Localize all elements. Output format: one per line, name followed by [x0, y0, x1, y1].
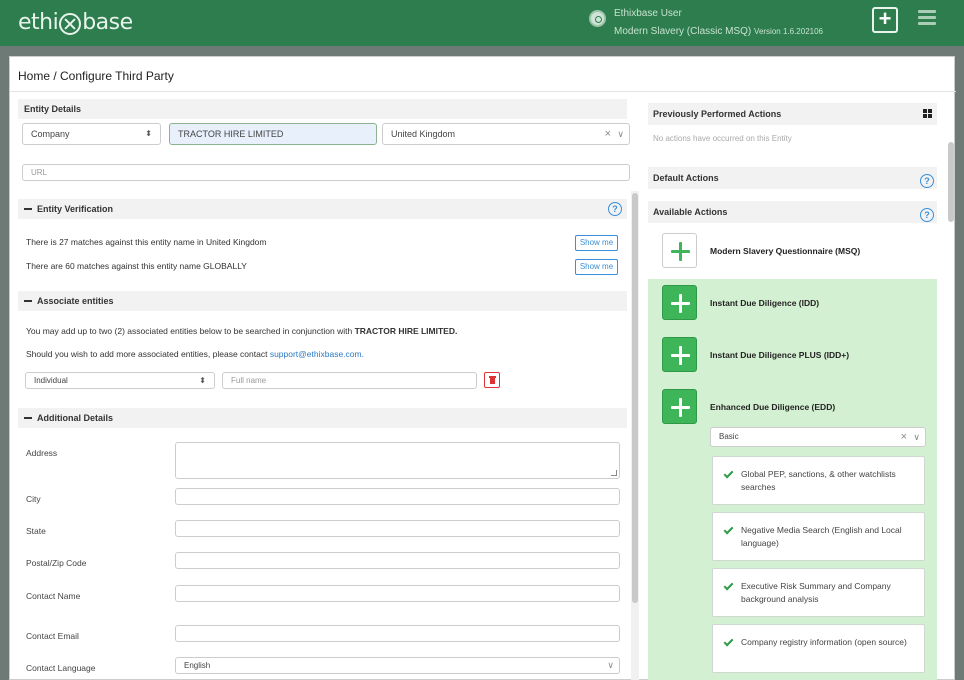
collapse-icon	[24, 299, 32, 302]
additional-details-heading[interactable]: Additional Details	[18, 408, 627, 428]
help-icon[interactable]: ?	[608, 202, 622, 216]
check-icon	[723, 524, 734, 535]
edd-item-card: Global PEP, sanctions, & other watchlist…	[712, 456, 925, 505]
edd-item-card: Executive Risk Summary and Company backg…	[712, 568, 925, 617]
available-actions-help-icon[interactable]: ?	[920, 208, 934, 222]
add-idd-plus-button-plus-icon[interactable]	[662, 337, 697, 372]
edd-level-select[interactable]: Basic × ∨	[710, 427, 926, 447]
grid-view-icon[interactable]	[923, 109, 933, 119]
edd-item-card: Negative Media Search (English and Local…	[712, 512, 925, 561]
postal-input[interactable]	[175, 552, 620, 569]
global-matches-text: There are 60 matches against this entity…	[26, 261, 247, 271]
breadcrumb: Home / Configure Third Party	[18, 69, 174, 83]
chevron-down-icon[interactable]: ∨	[607, 658, 614, 673]
top-bar: ethi base Ethixbase User Modern Slavery (…	[0, 0, 964, 46]
msq-label: Modern Slavery Questionnaire (MSQ)	[710, 246, 861, 256]
logo-x-icon	[59, 12, 82, 35]
contact-name-input[interactable]	[175, 585, 620, 602]
show-me-global-button[interactable]: Show me	[575, 259, 618, 275]
add-button-plus-icon[interactable]: +	[872, 7, 898, 33]
city-input[interactable]	[175, 488, 620, 505]
associate-name-input[interactable]: Full name	[222, 372, 477, 389]
additional-details-label: Additional Details	[37, 413, 114, 423]
chevron-down-icon[interactable]: ∨	[617, 124, 624, 144]
associates-intro-entity: TRACTOR HIRE LIMITED.	[354, 326, 458, 336]
clear-icon[interactable]: ×	[901, 428, 907, 446]
associates-contact: Should you wish to add more associated e…	[26, 349, 364, 359]
user-platform: Modern Slavery (Classic MSQ)	[614, 26, 752, 37]
default-actions-help-icon[interactable]: ?	[920, 174, 934, 188]
clear-icon[interactable]: ×	[605, 124, 611, 144]
entity-verification-heading[interactable]: Entity Verification	[18, 199, 627, 219]
entity-verification-label: Entity Verification	[37, 204, 114, 214]
country-value: United Kingdom	[391, 129, 456, 139]
contact-email-input[interactable]	[175, 625, 620, 642]
user-avatar-icon[interactable]	[589, 10, 606, 27]
add-edd-button-plus-icon[interactable]	[662, 389, 697, 424]
user-subtitle: Modern Slavery (Classic MSQ) Version 1.6…	[614, 26, 823, 37]
language-value: English	[184, 661, 211, 670]
brand-text-right: base	[82, 10, 133, 35]
configure-third-party-modal: Home / Configure Third Party Entity Deta…	[9, 56, 956, 680]
associate-type-select[interactable]: Individual	[25, 372, 215, 389]
collapse-icon	[24, 207, 32, 210]
chevron-down-icon[interactable]: ∨	[913, 428, 920, 446]
entity-details-heading: Entity Details	[18, 99, 627, 119]
contact-email-label: Contact Email	[26, 631, 79, 641]
form-scrollbar-thumb[interactable]	[632, 193, 638, 603]
associates-intro: You may add up to two (2) associated ent…	[26, 326, 457, 336]
state-input[interactable]	[175, 520, 620, 537]
edd-item-text: Global PEP, sanctions, & other watchlist…	[741, 469, 896, 492]
brand-text-left: ethi	[18, 10, 59, 35]
ethixbase-logo[interactable]: ethi base	[18, 10, 133, 35]
state-label: State	[26, 526, 46, 536]
url-input[interactable]: URL	[22, 164, 630, 181]
edd-item-text: Company registry information (open sourc…	[741, 637, 907, 647]
add-msq-button-plus-icon[interactable]	[662, 233, 697, 268]
delete-associate-trash-icon[interactable]	[484, 372, 500, 388]
hamburger-menu-icon[interactable]	[918, 10, 936, 26]
associates-contact-text: Should you wish to add more associated e…	[26, 349, 270, 359]
check-icon	[723, 636, 734, 647]
user-name: Ethixbase User	[614, 8, 682, 19]
contact-language-label: Contact Language	[26, 663, 96, 673]
edd-item-text: Executive Risk Summary and Company backg…	[741, 581, 891, 604]
no-actions-text: No actions have occurred on this Entity	[653, 134, 792, 143]
show-me-uk-button[interactable]: Show me	[575, 235, 618, 251]
title-divider	[10, 91, 956, 92]
idd-label: Instant Due Diligence (IDD)	[710, 298, 820, 308]
edd-item-card: Company registry information (open sourc…	[712, 624, 925, 673]
address-textarea[interactable]	[175, 442, 620, 479]
uk-matches-text: There is 27 matches against this entity …	[26, 237, 267, 247]
entity-type-select[interactable]: Company	[22, 123, 161, 145]
idd-plus-label: Instant Due Diligence PLUS (IDD+)	[710, 350, 850, 360]
country-select[interactable]: United Kingdom × ∨	[382, 123, 630, 145]
associates-intro-text: You may add up to two (2) associated ent…	[26, 326, 355, 336]
contact-name-label: Contact Name	[26, 591, 81, 601]
edd-label: Enhanced Due Diligence (EDD)	[710, 402, 836, 412]
version-label: Version 1.6.202106	[754, 27, 823, 36]
associate-entities-heading[interactable]: Associate entities	[18, 291, 627, 311]
support-email-link[interactable]: support@ethixbase.com.	[270, 349, 364, 359]
collapse-icon	[24, 416, 32, 419]
check-icon	[723, 580, 734, 591]
address-label: Address	[26, 448, 58, 458]
check-icon	[723, 468, 734, 479]
postal-label: Postal/Zip Code	[26, 558, 87, 568]
default-actions-heading: Default Actions	[648, 167, 937, 189]
add-idd-button-plus-icon[interactable]	[662, 285, 697, 320]
edd-level-value: Basic	[719, 432, 739, 441]
modal-scrollbar-thumb[interactable]	[948, 142, 954, 222]
edd-item-text: Negative Media Search (English and Local…	[741, 525, 902, 548]
contact-language-select[interactable]: English ∨	[175, 657, 620, 674]
entity-name-input[interactable]: TRACTOR HIRE LIMITED	[169, 123, 377, 145]
available-actions-heading: Available Actions	[648, 201, 937, 223]
previous-actions-heading: Previously Performed Actions	[648, 103, 937, 125]
associate-entities-label: Associate entities	[37, 296, 114, 306]
city-label: City	[26, 494, 41, 504]
